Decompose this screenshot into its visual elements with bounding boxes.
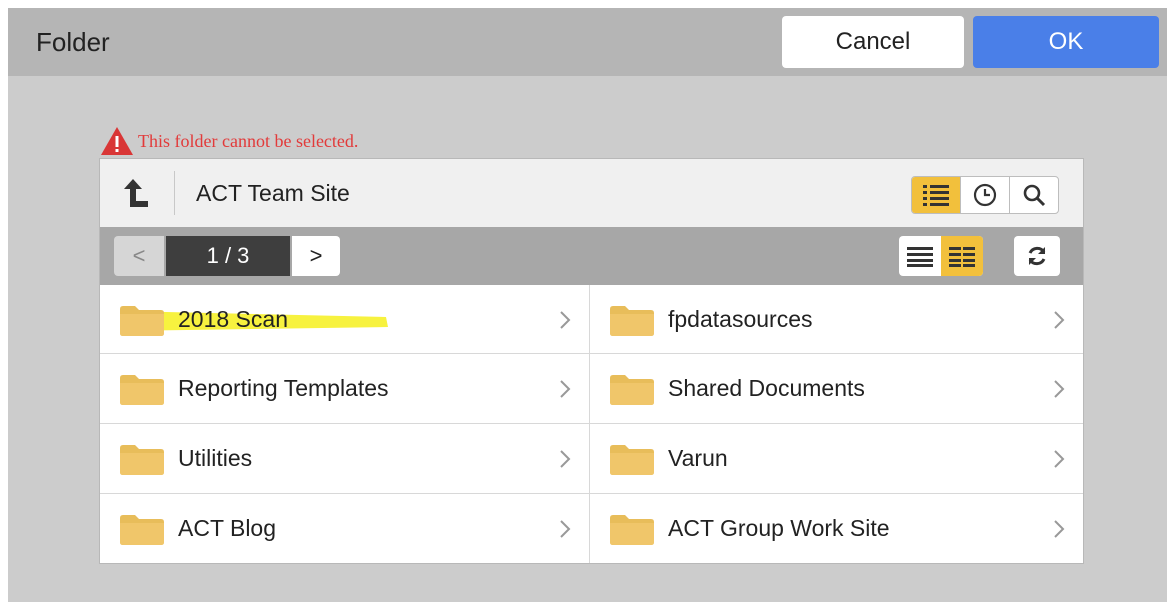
- cancel-button[interactable]: Cancel: [782, 16, 964, 68]
- folder-name: 2018 Scan: [178, 306, 288, 332]
- layout-toggle-group: [899, 236, 983, 276]
- recent-button[interactable]: [960, 177, 1009, 213]
- folder-icon: [120, 515, 164, 545]
- page-indicator: 1 / 3: [166, 236, 290, 276]
- folder-item[interactable]: fpdatasources: [590, 285, 1083, 354]
- warning-message: This folder cannot be selected.: [100, 126, 358, 156]
- warning-text: This folder cannot be selected.: [138, 130, 359, 151]
- list-view-button[interactable]: [912, 177, 960, 213]
- chevron-right-icon: [1054, 311, 1065, 329]
- chevron-right-icon: [560, 311, 571, 329]
- folder-item[interactable]: 2018 Scan: [100, 285, 590, 354]
- folder-icon: [610, 515, 654, 545]
- two-column-button[interactable]: [941, 236, 983, 276]
- chevron-right-icon: [560, 450, 571, 468]
- folder-item[interactable]: Varun: [590, 424, 1083, 494]
- clock-icon: [973, 183, 997, 207]
- chevron-right-icon: [560, 520, 571, 538]
- folder-item[interactable]: Reporting Templates: [100, 354, 590, 424]
- nav-divider: [174, 171, 175, 215]
- folder-grid: 2018 Scan fpdatasources Reporting Template…: [100, 285, 1083, 563]
- view-toggle-group: [911, 176, 1059, 214]
- single-column-icon: [907, 247, 933, 267]
- up-arrow-icon: [124, 179, 148, 207]
- list-icon: [923, 185, 949, 206]
- warning-triangle-icon: [101, 127, 133, 155]
- folder-icon: [610, 445, 654, 475]
- current-location: ACT Team Site: [196, 180, 350, 206]
- chevron-right-icon: [1054, 450, 1065, 468]
- two-column-icon: [949, 247, 975, 267]
- folder-item[interactable]: Utilities: [100, 424, 590, 494]
- search-button[interactable]: [1009, 177, 1058, 213]
- folder-name: ACT Blog: [178, 515, 277, 541]
- chevron-right-icon: [1054, 520, 1065, 538]
- folder-icon: [120, 375, 164, 405]
- up-folder-button[interactable]: [118, 176, 152, 210]
- chevron-right-icon: [1054, 380, 1065, 398]
- folder-name: Utilities: [178, 445, 253, 471]
- dialog-title: Folder: [36, 27, 110, 57]
- folder-name: Varun: [668, 445, 728, 471]
- folder-item[interactable]: ACT Blog: [100, 494, 590, 563]
- folder-name: Reporting Templates: [178, 375, 389, 401]
- folder-name: fpdatasources: [668, 306, 813, 332]
- pager-bar: < 1 / 3 >: [100, 227, 1083, 285]
- dialog-header: Folder Cancel OK: [8, 8, 1167, 76]
- folder-browser: ACT Team Site < 1 / 3 > 2018 Scan fpdata…: [99, 158, 1084, 564]
- folder-name: ACT Group Work Site: [668, 515, 890, 541]
- single-column-button[interactable]: [899, 236, 941, 276]
- ok-button[interactable]: OK: [973, 16, 1159, 68]
- chevron-right-icon: [560, 380, 571, 398]
- refresh-icon: [1028, 246, 1046, 266]
- next-page-button[interactable]: >: [292, 236, 340, 276]
- navigation-bar: ACT Team Site: [100, 159, 1083, 227]
- folder-icon: [610, 306, 654, 336]
- folder-name: Shared Documents: [668, 375, 865, 401]
- refresh-button[interactable]: [1014, 236, 1060, 276]
- folder-dialog: Folder Cancel OK This folder cannot be s…: [8, 8, 1167, 602]
- previous-page-button[interactable]: <: [114, 236, 164, 276]
- folder-icon: [610, 375, 654, 405]
- folder-item[interactable]: Shared Documents: [590, 354, 1083, 424]
- folder-icon: [120, 445, 164, 475]
- search-icon: [1023, 184, 1046, 207]
- folder-item[interactable]: ACT Group Work Site: [590, 494, 1083, 563]
- folder-icon: [120, 306, 164, 336]
